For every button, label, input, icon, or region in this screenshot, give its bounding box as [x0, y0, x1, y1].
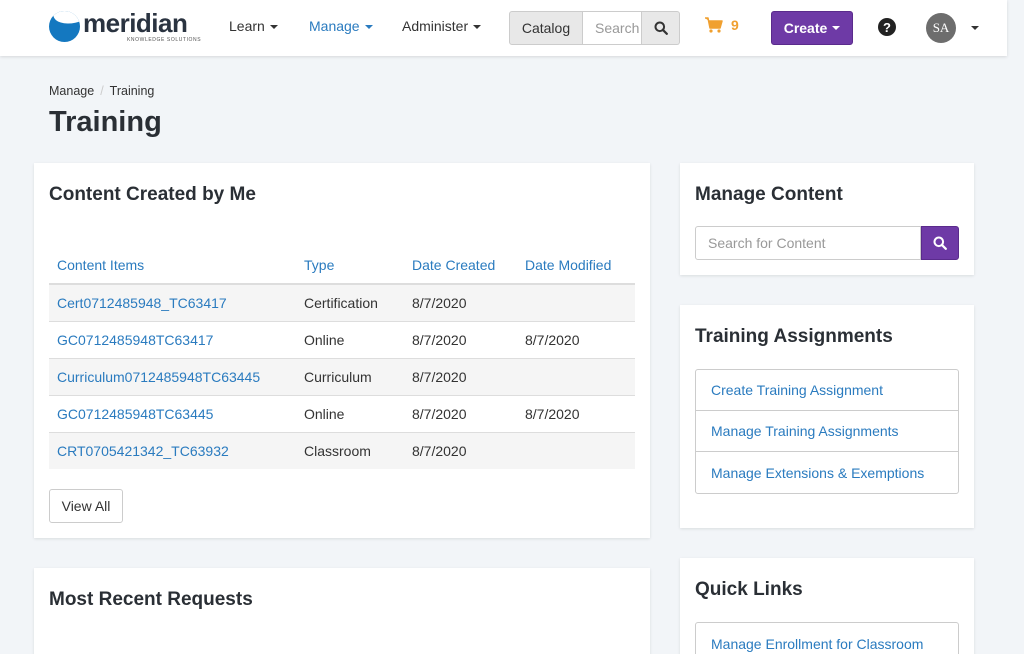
- content-created-title: Content Created by Me: [49, 184, 256, 205]
- training-assignments-panel: Training Assignments Create Training Ass…: [680, 305, 974, 528]
- cell-date-created: 8/7/2020: [404, 284, 517, 322]
- create-button-label: Create: [783, 20, 828, 36]
- user-avatar[interactable]: SA: [926, 13, 956, 43]
- view-all-button[interactable]: View All: [49, 489, 123, 523]
- breadcrumb-item-training: Training: [109, 84, 155, 98]
- table-header-row: Content Items Type Date Created Date Mod…: [49, 246, 635, 285]
- breadcrumb-separator: /: [100, 84, 104, 98]
- cell-type: Online: [296, 395, 404, 433]
- nav-learn-dropdown[interactable]: Learn: [229, 18, 278, 34]
- search-icon: [933, 236, 947, 250]
- table-row: CRT0705421342_TC63932 Classroom 8/7/2020: [49, 432, 635, 469]
- cell-date-modified: [517, 432, 635, 469]
- cell-content-item: GC0712485948TC63417: [49, 321, 296, 359]
- column-header-date-modified[interactable]: Date Modified: [517, 246, 635, 285]
- caret-down-icon: [269, 25, 278, 30]
- question-circle-icon[interactable]: ?: [878, 18, 896, 36]
- cell-content-item: Curriculum0712485948TC63445: [49, 358, 296, 396]
- manage-training-assignments-link[interactable]: Manage Training Assignments: [696, 411, 958, 452]
- cell-date-modified: 8/7/2020: [517, 395, 635, 433]
- cart-count-badge: 9: [731, 17, 739, 33]
- cart-link[interactable]: 9: [705, 17, 739, 33]
- content-item-link[interactable]: GC0712485948TC63417: [57, 332, 213, 348]
- nav-manage-dropdown[interactable]: Manage: [309, 18, 373, 34]
- caret-down-icon: [364, 25, 373, 30]
- manage-content-panel: Manage Content Search for Content: [680, 163, 974, 275]
- nav-learn-label: Learn: [229, 18, 265, 34]
- cell-type: Curriculum: [296, 358, 404, 396]
- content-search-input[interactable]: Search for Content: [695, 226, 921, 260]
- search-icon: [654, 21, 668, 35]
- cell-date-created: 8/7/2020: [404, 432, 517, 469]
- cell-content-item: CRT0705421342_TC63932: [49, 432, 296, 469]
- cell-type: Classroom: [296, 432, 404, 469]
- quick-links-list: Manage Enrollment for Classroom: [695, 622, 959, 654]
- nav-administer-dropdown[interactable]: Administer: [402, 18, 482, 34]
- cell-type: Certification: [296, 284, 404, 322]
- catalog-search-input[interactable]: Search: [583, 11, 642, 45]
- catalog-search-group: Catalog Search: [509, 11, 680, 45]
- caret-down-icon: [473, 25, 482, 30]
- cell-date-modified: [517, 284, 635, 322]
- create-training-assignment-link[interactable]: Create Training Assignment: [696, 370, 958, 411]
- top-navbar: meridian KNOWLEDGE SOLUTIONS Learn Manag…: [0, 0, 1007, 56]
- table-row: GC0712485948TC63417 Online 8/7/2020 8/7/…: [49, 321, 635, 359]
- caret-down-icon[interactable]: [971, 26, 979, 30]
- cell-date-created: 8/7/2020: [404, 395, 517, 433]
- content-search-group: Search for Content: [695, 226, 959, 260]
- nav-administer-label: Administer: [402, 18, 469, 34]
- cell-date-modified: [517, 358, 635, 396]
- column-header-content-items[interactable]: Content Items: [49, 246, 296, 285]
- shopping-cart-icon: [705, 17, 723, 33]
- content-item-link[interactable]: CRT0705421342_TC63932: [57, 443, 229, 459]
- cell-content-item: GC0712485948TC63445: [49, 395, 296, 433]
- table-row: GC0712485948TC63445 Online 8/7/2020 8/7/…: [49, 395, 635, 433]
- cell-date-created: 8/7/2020: [404, 358, 517, 396]
- quick-links-title: Quick Links: [695, 579, 803, 600]
- recent-requests-title: Most Recent Requests: [49, 589, 253, 610]
- cell-date-modified: 8/7/2020: [517, 321, 635, 359]
- cell-content-item: Cert0712485948_TC63417: [49, 284, 296, 322]
- page-title: Training: [49, 106, 162, 138]
- content-item-link[interactable]: Cert0712485948_TC63417: [57, 295, 227, 311]
- catalog-button[interactable]: Catalog: [509, 11, 583, 45]
- logo-text: meridian: [83, 8, 188, 38]
- table-row: Cert0712485948_TC63417 Certification 8/7…: [49, 284, 635, 322]
- create-button[interactable]: Create: [771, 11, 853, 45]
- column-header-date-created[interactable]: Date Created: [404, 246, 517, 285]
- breadcrumb: Manage / Training: [49, 84, 154, 98]
- content-created-panel: Content Created by Me Content Items Type…: [34, 163, 650, 538]
- table-row: Curriculum0712485948TC63445 Curriculum 8…: [49, 358, 635, 396]
- catalog-search-button[interactable]: [642, 11, 680, 45]
- caret-down-icon: [832, 26, 841, 30]
- column-header-type[interactable]: Type: [296, 246, 404, 285]
- content-item-link[interactable]: Curriculum0712485948TC63445: [57, 369, 260, 385]
- meridian-logo[interactable]: meridian KNOWLEDGE SOLUTIONS: [49, 8, 204, 45]
- manage-enrollment-classroom-link[interactable]: Manage Enrollment for Classroom: [696, 623, 958, 654]
- content-item-link[interactable]: GC0712485948TC63445: [57, 406, 213, 422]
- cell-type: Online: [296, 321, 404, 359]
- logo-subtext: KNOWLEDGE SOLUTIONS: [127, 37, 202, 43]
- logo-mark-icon: [49, 11, 80, 42]
- training-assignments-title: Training Assignments: [695, 326, 893, 347]
- cell-date-created: 8/7/2020: [404, 321, 517, 359]
- manage-content-title: Manage Content: [695, 184, 843, 205]
- content-search-button[interactable]: [921, 226, 959, 260]
- quick-links-panel: Quick Links Manage Enrollment for Classr…: [680, 558, 974, 654]
- recent-requests-panel: Most Recent Requests: [34, 568, 650, 654]
- training-assignments-list: Create Training Assignment Manage Traini…: [695, 369, 959, 494]
- nav-manage-label: Manage: [309, 18, 360, 34]
- manage-extensions-exemptions-link[interactable]: Manage Extensions & Exemptions: [696, 452, 958, 493]
- breadcrumb-item-manage[interactable]: Manage: [49, 84, 94, 98]
- content-table: Content Items Type Date Created Date Mod…: [49, 246, 635, 469]
